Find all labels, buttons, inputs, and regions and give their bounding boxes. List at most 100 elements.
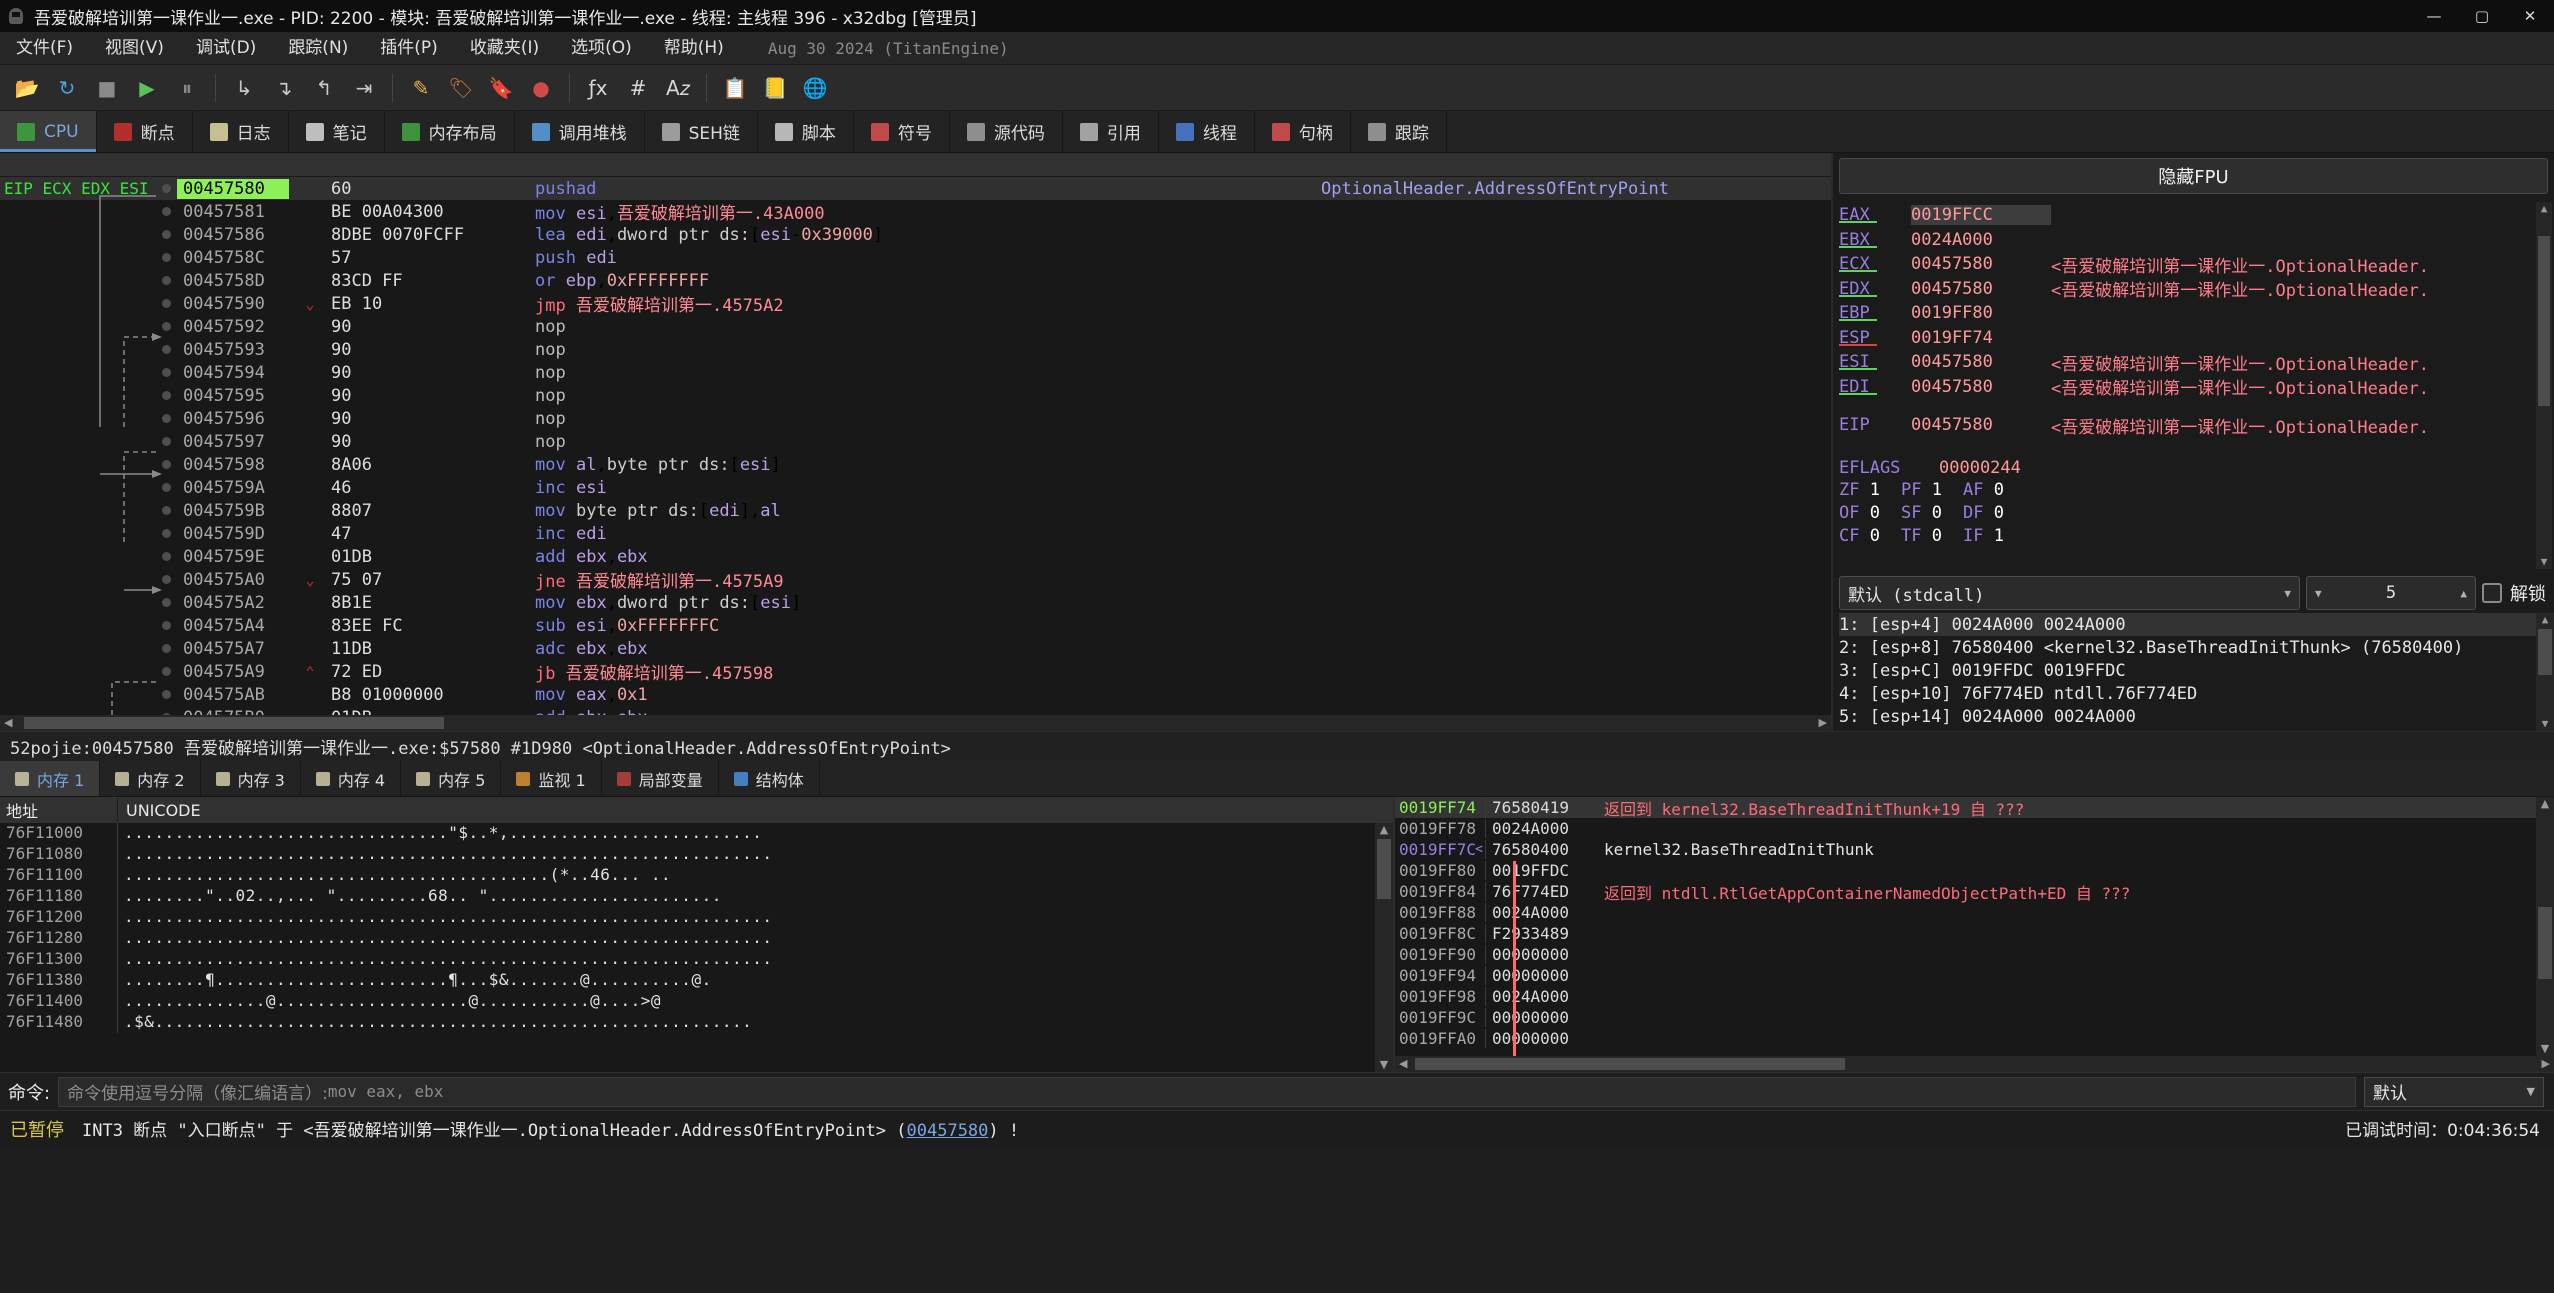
register-eip-row[interactable]: EIP 00457580 <吾爱破解培训第一课作业一.OptionalHeade… [1839, 413, 2554, 438]
tab-日志[interactable]: 日志 [193, 111, 289, 152]
register-row-ESP[interactable]: ESP 0019FF74 [1839, 326, 2554, 351]
instruction-address[interactable]: 004575AB [177, 685, 289, 705]
bottom-tab-局部变量[interactable]: 局部变量 [602, 761, 719, 796]
instruction-address[interactable]: 00457594 [177, 363, 289, 383]
disassembly-hscrollbar[interactable]: ◀ ▶ [0, 715, 1831, 731]
calling-convention-select[interactable]: 默认 (stdcall) ▼ [1839, 576, 2300, 610]
disassembly-row[interactable]: 0045759D 47 inc edi [0, 522, 1831, 545]
bottom-tab-内存 4[interactable]: 内存 4 [301, 761, 402, 796]
register-row-EBP[interactable]: EBP 0019FF80 [1839, 301, 2554, 326]
dump-row[interactable]: 76F11000................................… [0, 823, 1375, 844]
stack-row[interactable]: 0019FF90 00000000 [1395, 944, 2536, 965]
maximize-button[interactable]: ▢ [2458, 0, 2506, 32]
disassembly-row[interactable]: 00457592 90 nop [0, 315, 1831, 338]
flag-value[interactable]: 1 [1932, 480, 1942, 500]
register-row-EDI[interactable]: EDI 00457580 <吾爱破解培训第一课作业一.OptionalHeader. [1839, 375, 2554, 399]
dump-col-unicode[interactable]: UNICODE [118, 801, 1393, 820]
tab-CPU[interactable]: CPU [0, 111, 97, 152]
instruction-address[interactable]: 004575B0 [177, 708, 289, 716]
tab-源代码[interactable]: 源代码 [950, 111, 1063, 152]
toolbar-function-icon[interactable]: ƒx [579, 69, 617, 107]
stack-row[interactable]: 0019FF78 0024A000 [1395, 818, 2536, 839]
disassembly-row[interactable]: 00457590 ⌄ EB 10 jmp 吾爱破解培训第一.4575A2 [0, 292, 1831, 316]
flag-value[interactable]: 0 [1870, 526, 1880, 546]
breakpoint-toggle[interactable] [155, 460, 177, 469]
register-value[interactable]: 0024A000 [1911, 230, 2051, 250]
disassembly-row[interactable]: 004575B0 01DBadd ebx,ebx [0, 706, 1831, 715]
disassembly-row[interactable]: 004575AB B8 01000000 mov eax,0x1 [0, 683, 1831, 706]
toolbar-restart-icon[interactable]: ↻ [48, 69, 86, 107]
toolbar-log-icon[interactable]: 📋 [716, 69, 754, 107]
toolbar-notes-icon[interactable]: 📒 [756, 69, 794, 107]
stack-row[interactable]: 0019FF74 76580419 返回到 kernel32.BaseThreadI… [1395, 797, 2536, 819]
stack-row[interactable]: 0019FF94 00000000 [1395, 965, 2536, 986]
disassembly-row[interactable]: 00457581 BE 00A04300 mov esi,吾爱破解培训第一.43A0… [0, 200, 1831, 224]
instruction-address[interactable]: 00457593 [177, 340, 289, 360]
tab-线程[interactable]: 线程 [1159, 111, 1255, 152]
toolbar-step-over-icon[interactable]: ↴ [265, 69, 303, 107]
register-value[interactable]: 00457580 [1911, 377, 2051, 397]
disassembly-row[interactable]: 0045759E 01DB add ebx,ebx [0, 545, 1831, 568]
breakpoint-toggle[interactable] [155, 621, 177, 630]
toolbar-open-icon[interactable]: 📂 [8, 69, 46, 107]
disassembly-row[interactable]: 004575A4 83EE FC sub esi,0xFFFFFFFC [0, 614, 1831, 637]
disassembly-row[interactable]: 00457595 90 nop [0, 384, 1831, 407]
disassembly-row[interactable]: 00457594 90 nop [0, 361, 1831, 384]
disassembly-row[interactable]: 004575A7 11DB adc ebx,ebx [0, 637, 1831, 660]
stack-scrollbar[interactable]: ▲ ▼ [2536, 797, 2554, 1056]
breakpoint-toggle[interactable] [155, 552, 177, 561]
dump-col-address[interactable]: 地址 [0, 798, 118, 822]
eflags-row[interactable]: EFLAGS 00000244 [1839, 456, 2554, 481]
breakpoint-toggle[interactable] [155, 345, 177, 354]
chevron-up-icon[interactable]: ▲ [2460, 587, 2467, 600]
breakpoint-toggle[interactable] [155, 575, 177, 584]
toolbar-label-icon[interactable]: 🏷 [442, 69, 480, 107]
toolbar-globe-icon[interactable]: 🌐 [796, 69, 834, 107]
disassembly-row[interactable]: 00457596 90 nop [0, 407, 1831, 430]
menu-item-7[interactable]: 帮助(H) [648, 32, 740, 65]
flag-value[interactable]: 0 [1932, 526, 1942, 546]
menu-item-5[interactable]: 收藏夹(I) [454, 32, 555, 65]
flag-PF[interactable]: PF 1 [1901, 480, 1963, 503]
menu-item-0[interactable]: 文件(F) [0, 32, 89, 65]
flag-TF[interactable]: TF 0 [1901, 526, 1963, 549]
arguments-scrollbar[interactable]: ▲ ▼ [2536, 613, 2554, 731]
toolbar-bookmark-icon[interactable]: 🔖 [482, 69, 520, 107]
bottom-tab-结构体[interactable]: 结构体 [719, 761, 820, 796]
toolbar-breakpoint-icon[interactable]: ● [522, 69, 560, 107]
breakpoint-toggle[interactable] [155, 299, 177, 308]
breakpoint-toggle[interactable] [155, 483, 177, 492]
instruction-address[interactable]: 0045758C [177, 248, 289, 268]
argument-count-spinner[interactable]: ▼ 5 ▲ [2306, 576, 2476, 610]
menu-item-3[interactable]: 跟踪(N) [272, 32, 364, 65]
dump-body[interactable]: 76F11000................................… [0, 823, 1393, 1072]
toolbar-font-icon[interactable]: A𝑧 [659, 69, 697, 107]
stack-body[interactable]: 0019FF74 76580419 返回到 kernel32.BaseThreadI… [1395, 797, 2554, 1056]
flag-AF[interactable]: AF 0 [1963, 480, 2025, 503]
call-arguments-list[interactable]: 1: [esp+4] 0024A000 0024A000 2: [esp+8] 7… [1833, 613, 2554, 731]
register-row-EDX[interactable]: EDX 00457580 <吾爱破解培训第一课作业一.OptionalHeader. [1839, 277, 2554, 301]
instruction-address[interactable]: 0045759E [177, 547, 289, 567]
flag-value[interactable]: 0 [1994, 480, 2004, 500]
register-value[interactable]: 0019FF74 [1911, 328, 2051, 348]
tab-跟踪[interactable]: 跟踪 [1351, 111, 1447, 152]
breakpoint-toggle[interactable] [155, 276, 177, 285]
tab-断点[interactable]: 断点 [97, 111, 193, 152]
hide-fpu-button[interactable]: 隐藏FPU [1839, 158, 2548, 194]
instruction-address[interactable]: 00457590 [177, 294, 289, 314]
instruction-address[interactable]: 004575A7 [177, 639, 289, 659]
instruction-address[interactable]: 00457586 [177, 225, 289, 245]
disassembly-row[interactable]: 00457593 90 nop [0, 338, 1831, 361]
unlock-toggle[interactable]: 解锁 [2482, 580, 2546, 606]
instruction-address[interactable]: 0045758D [177, 271, 289, 291]
flag-value[interactable]: 1 [1994, 526, 2004, 546]
tab-调用堆栈[interactable]: 调用堆栈 [515, 111, 645, 152]
toolbar-step-out-icon[interactable]: ↰ [305, 69, 343, 107]
register-value[interactable]: 00457580 [1911, 254, 2051, 274]
dump-row[interactable]: 76F11380 ........¶.......................… [0, 970, 1375, 991]
disassembly-row[interactable]: EIP ECX EDX ESI 00457580 60 pushad Optional… [0, 177, 1831, 200]
status-address-link[interactable]: 00457580 [907, 1121, 989, 1141]
tab-脚本[interactable]: 脚本 [758, 111, 854, 152]
menu-item-2[interactable]: 调试(D) [180, 32, 272, 65]
disassembly-row[interactable]: 004575A0 ⌄ 75 07 jne 吾爱破解培训第一.4575A9 [0, 568, 1831, 592]
